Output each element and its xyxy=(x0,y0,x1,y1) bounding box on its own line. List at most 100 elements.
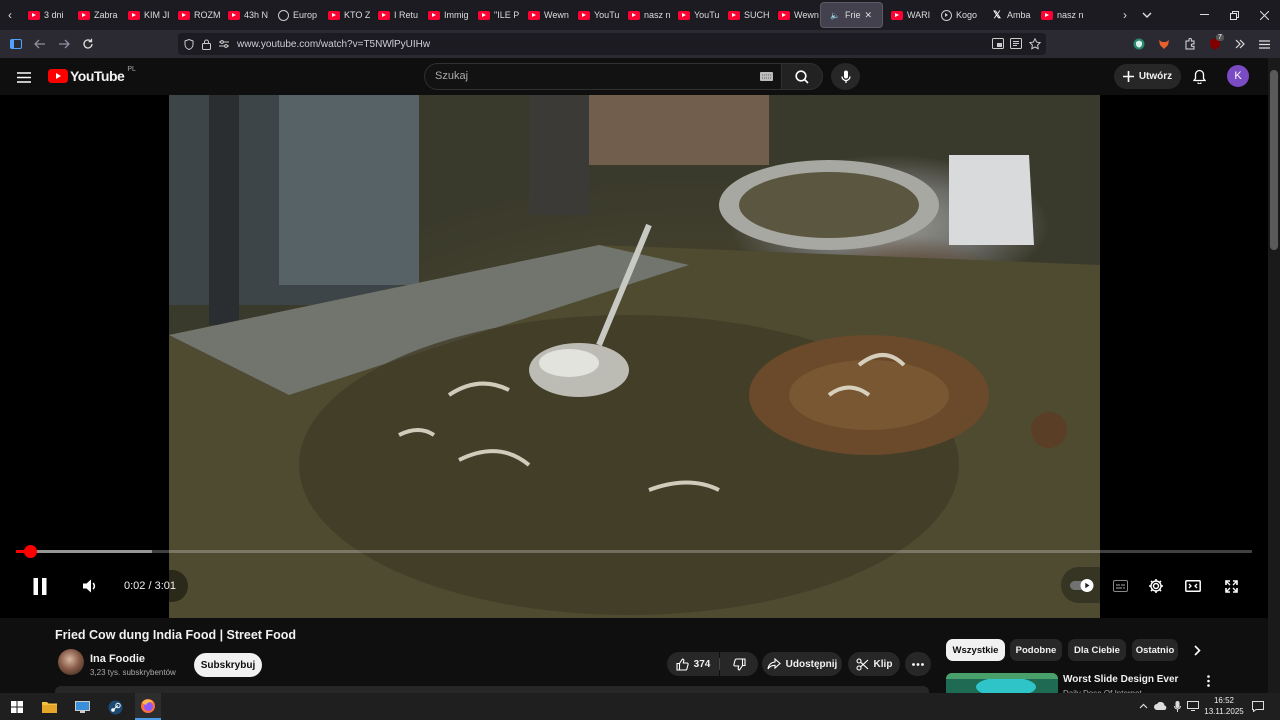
tab[interactable]: Immig xyxy=(420,0,470,30)
related-video-title[interactable]: Worst Slide Design Ever xyxy=(1063,674,1178,685)
steam-icon[interactable] xyxy=(106,698,124,716)
filter-chip[interactable]: Podobne xyxy=(1010,639,1062,661)
keyboard-icon[interactable] xyxy=(760,72,773,81)
autoplay-toggle[interactable] xyxy=(1070,575,1094,595)
mute-button[interactable] xyxy=(76,573,104,599)
tab[interactable]: 𝕏 Amba xyxy=(983,0,1033,30)
windows-start-icon[interactable] xyxy=(8,698,26,716)
notifications-bell-icon[interactable] xyxy=(1189,66,1209,86)
scrubber-handle[interactable] xyxy=(23,545,37,558)
tab[interactable]: "ILE P xyxy=(470,0,520,30)
create-button[interactable]: Utwórz xyxy=(1114,64,1181,89)
tab[interactable]: YouTu xyxy=(670,0,720,30)
tab[interactable]: I Retu xyxy=(370,0,420,30)
search-button[interactable] xyxy=(781,63,823,90)
microphone-tray-icon[interactable] xyxy=(1171,699,1183,713)
address-bar[interactable]: www.youtube.com/watch?v=T5NWlPyUIHw xyxy=(178,33,1046,55)
filter-chip[interactable]: Ostatnio xyxy=(1132,639,1178,661)
youtube-header: YouTube PL Szukaj Utwórz K xyxy=(0,58,1268,95)
tab[interactable]: Wewn xyxy=(520,0,570,30)
channel-name[interactable]: Ina Foodie xyxy=(90,653,145,665)
guide-menu-icon[interactable] xyxy=(14,67,34,87)
youtube-favicon-icon xyxy=(178,10,190,20)
firefox-taskbar-button[interactable] xyxy=(135,693,161,720)
scroll-tabs-right-icon[interactable]: › xyxy=(1115,0,1135,30)
permissions-icon[interactable] xyxy=(219,40,229,48)
tab[interactable]: KTO Z xyxy=(320,0,370,30)
tab[interactable]: Zabra xyxy=(70,0,120,30)
share-button[interactable]: Udostępnij xyxy=(762,652,842,676)
onedrive-icon[interactable] xyxy=(1153,700,1167,712)
tab-label: Wewn xyxy=(794,10,819,20)
more-tools-icon[interactable] xyxy=(1232,36,1248,52)
tab[interactable]: KIM JI xyxy=(120,0,170,30)
forward-icon[interactable] xyxy=(56,36,72,52)
bookmark-star-icon[interactable] xyxy=(1029,38,1041,50)
time-display: 0:02 / 3:01 xyxy=(112,570,188,602)
tab[interactable]: Europ xyxy=(270,0,320,30)
youtube-logo[interactable]: YouTube PL xyxy=(48,66,136,84)
vpn-extension-icon[interactable] xyxy=(1131,36,1147,52)
file-explorer-icon[interactable] xyxy=(40,698,58,716)
back-icon[interactable] xyxy=(32,36,48,52)
fullscreen-button[interactable] xyxy=(1219,574,1243,598)
tab[interactable]: 43h N xyxy=(220,0,270,30)
tab[interactable]: Kogo xyxy=(933,0,983,30)
picture-in-picture-icon[interactable] xyxy=(992,38,1004,49)
app-menu-icon[interactable] xyxy=(1256,36,1272,52)
scroll-tabs-left-icon[interactable]: ‹ xyxy=(0,0,20,30)
related-video-menu-icon[interactable] xyxy=(1200,674,1216,688)
subscribe-button[interactable]: Subskrybuj xyxy=(194,653,262,677)
tab[interactable]: SUCH xyxy=(720,0,770,30)
tab[interactable]: ROZM xyxy=(170,0,220,30)
this-pc-icon[interactable] xyxy=(73,698,91,716)
list-all-tabs-icon[interactable] xyxy=(1137,0,1157,30)
filter-chip[interactable]: Wszystkie xyxy=(946,639,1005,661)
like-button[interactable]: 374 xyxy=(667,652,719,676)
progress-bar[interactable] xyxy=(16,545,1252,558)
speaker-icon: 🔈 xyxy=(830,10,840,20)
lock-icon[interactable] xyxy=(202,39,211,50)
notifications-center-icon[interactable] xyxy=(1251,699,1265,713)
minimize-icon[interactable] xyxy=(1194,0,1214,30)
subtitles-button[interactable] xyxy=(1108,574,1132,598)
channel-avatar[interactable] xyxy=(58,649,84,675)
fox-extension-icon[interactable] xyxy=(1156,36,1172,52)
show-hidden-icons-icon[interactable] xyxy=(1137,700,1149,712)
dislike-button[interactable] xyxy=(720,652,758,676)
filter-chip[interactable]: Dla Ciebie xyxy=(1068,639,1126,661)
extensions-puzzle-icon[interactable] xyxy=(1182,36,1198,52)
voice-search-button[interactable] xyxy=(831,63,860,90)
close-tab-icon[interactable]: ✕ xyxy=(865,10,873,21)
theater-mode-button[interactable] xyxy=(1181,574,1205,598)
tab[interactable]: WARI xyxy=(883,0,933,30)
more-actions-button[interactable] xyxy=(905,652,931,676)
tab[interactable]: 3 dni xyxy=(20,0,70,30)
taskbar-clock[interactable]: 16:52 13.11.2025 xyxy=(1204,695,1244,717)
chips-next-icon[interactable] xyxy=(1187,640,1207,660)
tab[interactable]: nasz n xyxy=(620,0,670,30)
tab-active[interactable]: 🔈 Frie ✕ xyxy=(820,2,883,28)
tab[interactable]: Wewn xyxy=(770,0,820,30)
account-avatar[interactable]: K xyxy=(1227,65,1249,87)
tab[interactable]: nasz n xyxy=(1033,0,1083,30)
tracking-protection-icon[interactable] xyxy=(184,38,194,50)
tab[interactable]: YouTu xyxy=(570,0,620,30)
reload-icon[interactable] xyxy=(80,36,96,52)
network-icon[interactable] xyxy=(1186,700,1200,712)
description-box[interactable] xyxy=(55,686,929,693)
sidebar-toggle-icon[interactable] xyxy=(8,36,24,52)
close-window-icon[interactable] xyxy=(1254,0,1274,30)
search-input[interactable]: Szukaj xyxy=(424,63,782,90)
video-player[interactable]: 0:02 / 3:01 xyxy=(0,95,1268,618)
scrollbar-thumb[interactable] xyxy=(1270,70,1278,250)
clip-button[interactable]: Klip xyxy=(848,652,900,676)
related-video-thumbnail[interactable] xyxy=(946,673,1058,693)
restore-icon[interactable] xyxy=(1224,0,1244,30)
pause-button[interactable] xyxy=(26,571,54,601)
ublock-extension-icon[interactable]: 7 xyxy=(1207,34,1224,52)
reader-view-icon[interactable] xyxy=(1010,38,1022,49)
settings-button[interactable] xyxy=(1144,574,1168,598)
microphone-icon xyxy=(840,70,851,83)
video-frame[interactable] xyxy=(169,95,1100,618)
